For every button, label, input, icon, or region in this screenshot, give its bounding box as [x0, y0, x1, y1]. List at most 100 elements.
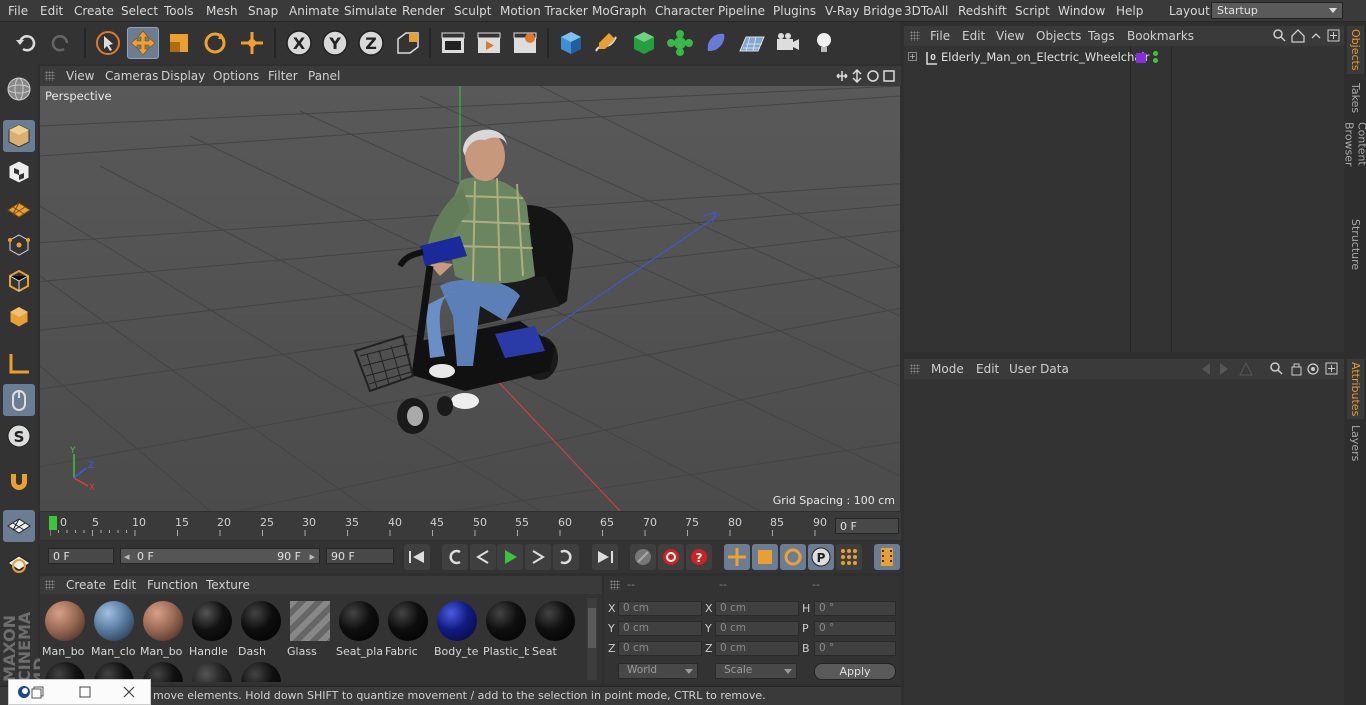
workplane-mode-button[interactable]	[3, 193, 35, 225]
timeline-ruler[interactable]: 0 5 10 15 20 25 30 35 40 45 50 55 60 65 …	[40, 512, 901, 540]
add-cube-button[interactable]	[555, 27, 587, 59]
menu-tools[interactable]: Tools	[164, 4, 194, 18]
tweak-mode-button[interactable]	[3, 384, 35, 416]
menu-redshift[interactable]: Redshift	[958, 4, 1007, 18]
add-mograph-button[interactable]	[664, 27, 696, 59]
object-menu-view[interactable]: View	[996, 29, 1024, 43]
menu-snap[interactable]: Snap	[248, 4, 278, 18]
menu-window[interactable]: Window	[1058, 4, 1105, 18]
go-to-end-button[interactable]	[592, 544, 618, 570]
material-swatch[interactable]: Man_clo	[91, 598, 137, 658]
start-frame-field[interactable]: 0 F	[48, 548, 114, 564]
coordinate-space-select[interactable]: World	[618, 663, 698, 679]
pos-y-field[interactable]: 0 cm	[618, 621, 702, 636]
render-to-picture-viewer-button[interactable]	[473, 27, 505, 59]
scrollbar-thumb[interactable]	[588, 608, 596, 648]
size-y-field[interactable]: 0 cm	[715, 621, 799, 636]
material-swatch[interactable]: Glass	[287, 598, 333, 658]
x-axis-lock-button[interactable]: X	[283, 27, 315, 59]
object-menu-file[interactable]: File	[930, 29, 950, 43]
menu-select[interactable]: Select	[121, 4, 158, 18]
render-visibility-dot[interactable]	[1153, 58, 1158, 63]
transform-tool-button[interactable]	[236, 27, 268, 59]
panel-grip-icon[interactable]	[910, 31, 920, 41]
menu-help[interactable]: Help	[1116, 4, 1143, 18]
enable-axis-button[interactable]	[3, 348, 35, 380]
add-generator-button[interactable]	[628, 27, 660, 59]
key-scale-button[interactable]	[752, 544, 778, 570]
menu-simulate[interactable]: Simulate	[344, 4, 397, 18]
menu-character[interactable]: Character	[655, 4, 714, 18]
menu-motion-tracker[interactable]: Motion Tracker	[500, 4, 588, 18]
previous-key-button[interactable]	[442, 544, 468, 570]
autokey-button[interactable]: ?	[686, 544, 712, 570]
menu-mograph[interactable]: MoGraph	[592, 4, 647, 18]
object-manager-tools[interactable]	[1272, 28, 1342, 44]
panel-grip-icon[interactable]	[45, 71, 55, 81]
frame-range-slider[interactable]: ◂ 0 F 90 F ▸	[120, 548, 320, 564]
layer-color-tag[interactable]	[1136, 53, 1146, 63]
menu-sculpt[interactable]: Sculpt	[454, 4, 491, 18]
key-pla-button[interactable]	[836, 544, 862, 570]
add-camera-button[interactable]	[772, 27, 804, 59]
current-frame-field[interactable]: 0 F	[835, 518, 899, 534]
render-view-button[interactable]	[437, 27, 469, 59]
previous-frame-button[interactable]	[470, 544, 496, 570]
viewport-menu-view[interactable]: View	[66, 69, 94, 83]
magnet-button[interactable]	[3, 466, 35, 498]
panel-grip-icon[interactable]	[910, 364, 920, 374]
maximize-icon[interactable]	[78, 685, 92, 699]
viewport-nav-icons[interactable]	[835, 68, 899, 84]
material-swatch[interactable]: Seat_pla	[336, 598, 382, 658]
object-row[interactable]: + 0 Elderly_Man_on_Electric_Wheelchair	[904, 46, 1344, 69]
rot-b-field[interactable]: 0 °	[814, 641, 896, 656]
points-mode-button[interactable]	[3, 229, 35, 261]
panel-grip-icon[interactable]	[45, 580, 55, 590]
material-swatch[interactable]: Body_te	[434, 598, 480, 658]
menu-edit[interactable]: Edit	[40, 4, 63, 18]
menu-render[interactable]: Render	[402, 4, 445, 18]
polygons-mode-button[interactable]	[3, 301, 35, 333]
material-menu-create[interactable]: Create	[66, 578, 106, 592]
viewport-menu-options[interactable]: Options	[213, 69, 259, 83]
viewport-menu-filter[interactable]: Filter	[268, 69, 298, 83]
viewport-menu-panel[interactable]: Panel	[308, 69, 340, 83]
playhead-marker[interactable]	[49, 516, 57, 530]
material-menu-texture[interactable]: Texture	[206, 578, 250, 592]
material-swatch[interactable]: Man_bo	[42, 598, 88, 658]
material-swatch[interactable]: Man_bo	[140, 598, 186, 658]
menu-animate[interactable]: Animate	[289, 4, 339, 18]
expand-toggle-icon[interactable]: +	[908, 52, 917, 61]
size-z-field[interactable]: 0 cm	[715, 641, 799, 656]
apply-button[interactable]: Apply	[814, 663, 896, 680]
tab-layers[interactable]: Layers	[1347, 423, 1364, 463]
size-mode-select[interactable]: Scale	[715, 663, 797, 679]
object-name[interactable]: Elderly_Man_on_Electric_Wheelchair	[941, 50, 1149, 64]
menu-3dtoall[interactable]: 3DToAll	[904, 4, 948, 18]
motion-record-button[interactable]	[630, 544, 656, 570]
next-frame-button[interactable]	[525, 544, 551, 570]
editor-visibility-dot[interactable]	[1153, 51, 1158, 56]
edges-mode-button[interactable]	[3, 265, 35, 297]
attributes-menu-edit[interactable]: Edit	[976, 362, 999, 376]
go-to-start-button[interactable]	[404, 544, 430, 570]
material-preview-ball[interactable]	[192, 662, 232, 682]
tab-content-browser[interactable]: Content Browser	[1343, 122, 1366, 210]
menu-create[interactable]: Create	[74, 4, 114, 18]
wheelchair-model[interactable]	[345, 126, 585, 441]
scale-tool-button[interactable]	[163, 27, 195, 59]
material-preview-ball[interactable]	[241, 662, 281, 682]
rot-h-field[interactable]: 0 °	[814, 601, 896, 616]
menu-file[interactable]: File	[8, 4, 28, 18]
pos-z-field[interactable]: 0 cm	[618, 641, 702, 656]
play-button[interactable]	[497, 544, 523, 570]
tab-structure[interactable]: Structure	[1347, 215, 1364, 275]
attributes-manager-tools[interactable]	[1200, 361, 1342, 377]
material-menu-function[interactable]: Function	[147, 578, 198, 592]
material-scrollbar[interactable]	[587, 598, 597, 680]
pos-x-field[interactable]: 0 cm	[618, 601, 702, 616]
make-editable-button[interactable]	[3, 73, 35, 105]
tab-attributes[interactable]: Attributes	[1347, 359, 1364, 419]
texture-mode-button[interactable]	[3, 156, 35, 188]
material-menu-edit[interactable]: Edit	[113, 578, 136, 592]
